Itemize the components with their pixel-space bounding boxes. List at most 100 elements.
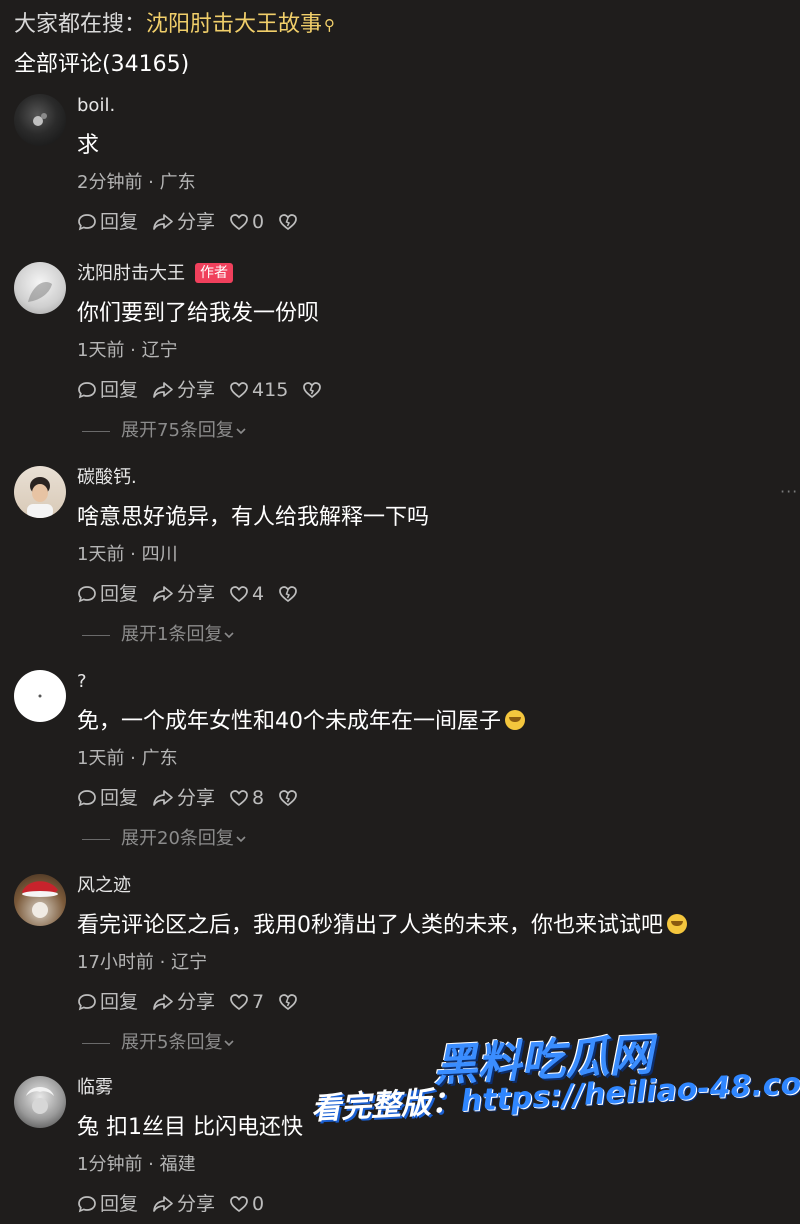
avatar-icon <box>26 1087 54 1114</box>
search-icon[interactable]: ⚲ <box>324 16 335 34</box>
comment-actions: 回复 分享 0 <box>77 208 315 236</box>
share-button[interactable]: 分享 <box>152 988 215 1016</box>
expand-replies-button[interactable]: 展开20条回复 <box>82 827 248 851</box>
share-button[interactable]: 分享 <box>152 784 215 812</box>
author-badge: 作者 <box>195 263 233 283</box>
divider <box>82 838 110 840</box>
share-icon <box>153 382 173 398</box>
avatar[interactable] <box>14 262 66 314</box>
search-suggestion-term[interactable]: 沈阳肘击大王故事 <box>146 12 322 37</box>
comment-meta: 1天前 · 辽宁 <box>77 340 178 361</box>
like-button[interactable]: 7 <box>229 988 264 1016</box>
share-button[interactable]: 分享 <box>152 1190 215 1218</box>
reply-icon <box>78 382 96 399</box>
like-button[interactable]: 4 <box>229 580 264 608</box>
reply-icon <box>78 1196 96 1213</box>
divider <box>82 430 110 432</box>
reply-icon <box>78 790 96 807</box>
comment-text: 啥意思好诡异，有人给我解释一下吗 <box>77 505 430 530</box>
share-button[interactable]: 分享 <box>152 208 215 236</box>
comment-text: 免，一个成年女性和40个未成年在一间屋子 <box>77 706 525 738</box>
comment-username[interactable]: 临雾 <box>77 1076 113 1100</box>
chevron-down-icon <box>236 836 246 843</box>
avatar[interactable] <box>14 670 66 722</box>
expand-replies-button[interactable]: 展开75条回复 <box>82 419 248 443</box>
emoji-icon <box>667 914 687 934</box>
like-button[interactable]: 8 <box>229 784 264 812</box>
avatar-icon <box>33 113 47 126</box>
comment-meta: 17小时前 · 辽宁 <box>77 952 208 973</box>
dislike-button[interactable] <box>302 380 325 400</box>
search-suggestion-prefix: 大家都在搜： <box>14 12 147 37</box>
heart-icon <box>230 790 248 807</box>
dislike-button[interactable] <box>278 992 301 1012</box>
comment-actions: 回复 分享 7 <box>77 988 315 1016</box>
like-button[interactable]: 415 <box>229 376 288 404</box>
more-options-icon[interactable]: ··· <box>780 482 798 501</box>
like-count: 0 <box>252 211 265 233</box>
like-button[interactable]: 0 <box>229 1190 264 1218</box>
heart-icon <box>230 214 248 231</box>
heart-icon <box>230 382 248 399</box>
reply-button[interactable]: 回复 <box>77 1190 138 1218</box>
share-icon <box>153 994 173 1010</box>
dislike-button[interactable] <box>278 212 301 232</box>
broken-heart-icon <box>303 382 322 399</box>
avatar[interactable] <box>14 1076 66 1128</box>
reply-button[interactable]: 回复 <box>77 988 138 1016</box>
reply-button[interactable]: 回复 <box>77 580 138 608</box>
like-count: 415 <box>252 379 289 401</box>
reply-icon <box>78 214 96 231</box>
avatar[interactable] <box>14 874 66 926</box>
broken-heart-icon <box>279 214 297 231</box>
emoji-icon <box>505 710 525 730</box>
dislike-button[interactable] <box>278 584 301 604</box>
comment-username[interactable]: boil. <box>77 94 115 118</box>
divider <box>82 1042 110 1044</box>
search-suggestion-bar[interactable]: 大家都在搜：沈阳肘击大王故事 ⚲ <box>14 10 335 40</box>
chevron-down-icon <box>224 632 235 639</box>
comment-username[interactable]: ? <box>77 670 87 694</box>
avatar[interactable] <box>14 94 66 146</box>
comment-username[interactable]: 碳酸钙. <box>77 466 137 490</box>
comment-username[interactable]: 风之迹 <box>77 874 131 898</box>
chevron-down-icon <box>224 1040 235 1047</box>
like-count: 0 <box>252 1193 265 1215</box>
comment-actions: 回复 分享 8 <box>77 784 315 812</box>
share-icon <box>153 586 173 602</box>
comment-meta: 1天前 · 广东 <box>77 748 178 769</box>
share-button[interactable]: 分享 <box>152 376 215 404</box>
comment-meta: 1分钟前 · 福建 <box>77 1154 196 1175</box>
chevron-down-icon <box>236 428 246 435</box>
avatar-icon <box>27 477 53 518</box>
like-count: 7 <box>252 991 265 1013</box>
avatar-icon <box>38 694 42 698</box>
share-button[interactable]: 分享 <box>152 580 215 608</box>
expand-replies-button[interactable]: 展开1条回复 <box>82 623 236 647</box>
comments-count-title: 全部评论(34165) <box>14 52 190 77</box>
reply-button[interactable]: 回复 <box>77 784 138 812</box>
like-button[interactable]: 0 <box>229 208 264 236</box>
comment-actions: 回复 分享 0 <box>77 1190 278 1218</box>
broken-heart-icon <box>279 790 297 807</box>
comment-actions: 回复 分享 415 <box>77 376 339 404</box>
comment-text: 兔 扣1丝目 比闪电还快 <box>77 1115 303 1140</box>
dislike-button[interactable] <box>278 788 301 808</box>
like-count: 4 <box>252 583 265 605</box>
heart-icon <box>230 994 248 1011</box>
heart-icon <box>230 586 248 603</box>
reply-button[interactable]: 回复 <box>77 376 138 404</box>
broken-heart-icon <box>279 994 297 1011</box>
avatar-icon <box>22 881 58 918</box>
comment-username[interactable]: 沈阳肘击大王 作者 <box>77 262 233 286</box>
reply-icon <box>78 994 96 1011</box>
expand-replies-button[interactable]: 展开5条回复 <box>82 1031 236 1055</box>
share-icon <box>153 1196 173 1212</box>
reply-button[interactable]: 回复 <box>77 208 138 236</box>
comment-meta: 2分钟前 · 广东 <box>77 172 196 193</box>
share-icon <box>153 790 173 806</box>
avatar[interactable] <box>14 466 66 518</box>
avatar-icon <box>28 282 52 302</box>
share-icon <box>153 214 173 230</box>
divider <box>82 634 110 636</box>
